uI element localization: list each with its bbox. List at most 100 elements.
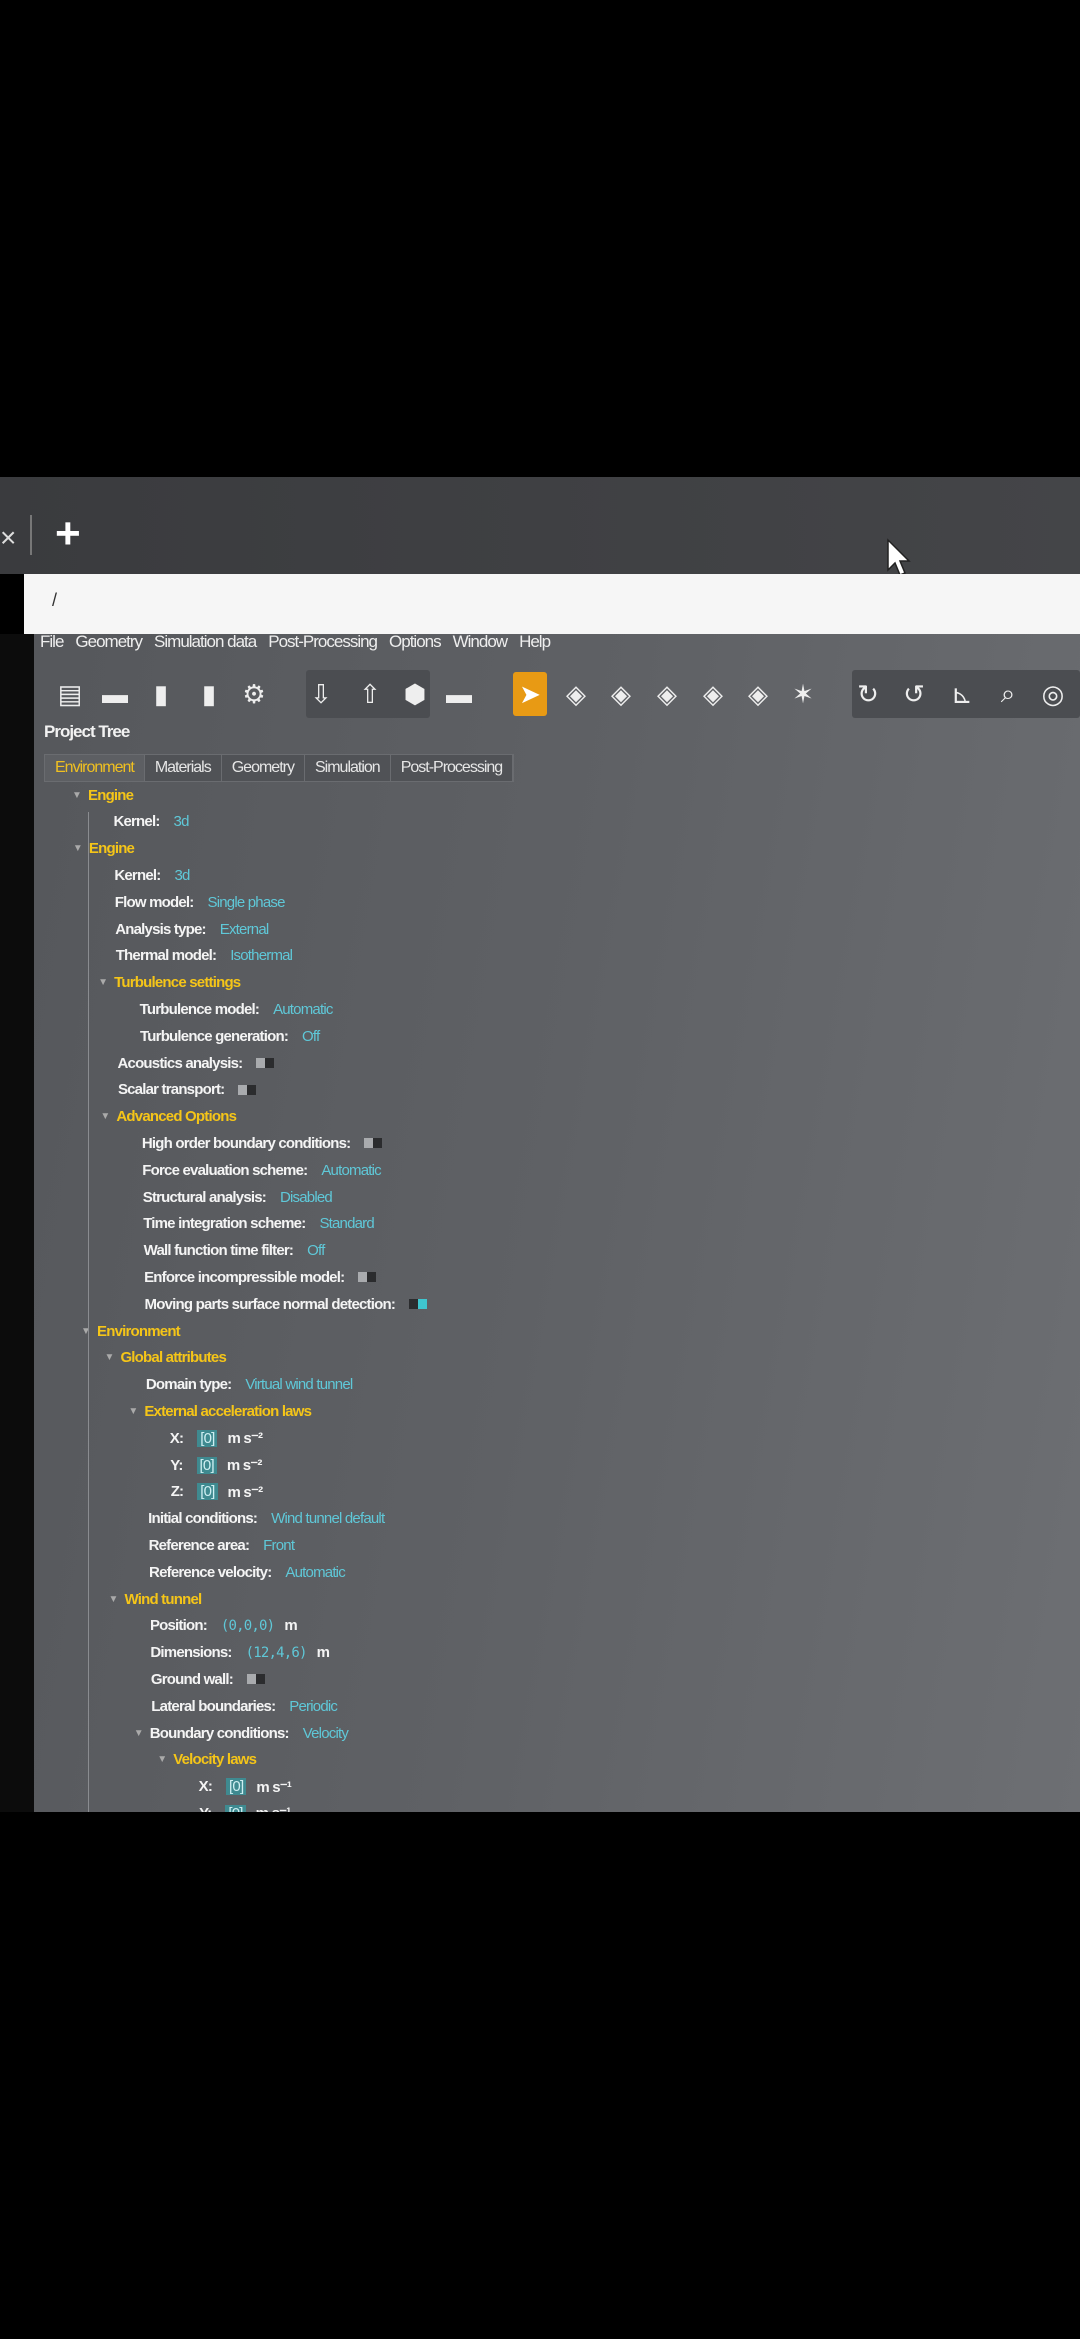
expand-arrow-icon[interactable]: ▼	[157, 1754, 173, 1765]
tree-row[interactable]: Moving parts surface normal detection:	[145, 1291, 428, 1317]
tab-post-processing[interactable]: Post-Processing	[391, 755, 514, 781]
menu-help[interactable]: Help	[519, 632, 551, 652]
row-value[interactable]: Off	[307, 1242, 325, 1259]
expand-arrow-icon[interactable]: ▼	[98, 977, 114, 988]
close-tab-icon[interactable]: ×	[0, 522, 16, 554]
expand-arrow-icon[interactable]: ▼	[72, 790, 88, 801]
tree-group[interactable]: ▼ Engine	[72, 782, 134, 808]
row-value[interactable]: Single phase	[208, 894, 286, 911]
expand-arrow-icon[interactable]: ▼	[73, 843, 89, 854]
tree-group[interactable]: ▼ Environment	[81, 1318, 181, 1344]
tree-row[interactable]: Reference area: Front	[149, 1532, 295, 1558]
save-as-icon[interactable]: ▮	[192, 676, 226, 712]
tree-row[interactable]: Wall function time filter: Off	[144, 1238, 326, 1264]
tree-row[interactable]: Force evaluation scheme: Automatic	[142, 1157, 381, 1183]
row-value[interactable]: Automatic	[321, 1162, 381, 1179]
expand-arrow-icon[interactable]: ▼	[104, 1352, 120, 1363]
row-value[interactable]: Isothermal	[230, 947, 293, 964]
tree-row[interactable]: Lateral boundaries: Periodic	[151, 1693, 338, 1719]
import-icon[interactable]: ⇩	[304, 676, 338, 712]
geometry-icon[interactable]: ⬢	[398, 676, 432, 712]
tree-row[interactable]: Structural analysis: Disabled	[143, 1184, 333, 1210]
tab-environment[interactable]: Environment	[45, 755, 145, 781]
new-file-icon[interactable]: ▤	[53, 676, 87, 712]
tree-row[interactable]: Turbulence model: Automatic	[140, 996, 334, 1022]
toggle-switch[interactable]	[238, 1084, 257, 1095]
tree-group[interactable]: ▼ Advanced Options	[100, 1104, 237, 1130]
target-icon[interactable]: ◎	[1036, 676, 1070, 712]
tree-row[interactable]: Analysis type: External	[115, 916, 269, 942]
toggle-switch[interactable]	[256, 1058, 275, 1068]
settings-gear-icon[interactable]: ⚙	[237, 676, 271, 712]
open-folder-icon[interactable]: ▬	[98, 676, 132, 712]
toggle-switch[interactable]	[358, 1272, 377, 1283]
row-value[interactable]: Automatic	[285, 1564, 345, 1581]
measure-icon[interactable]: ⊾	[945, 676, 979, 712]
tree-group[interactable]: ▼ Global attributes	[104, 1345, 226, 1371]
row-value[interactable]: External	[220, 921, 269, 938]
expand-arrow-icon[interactable]: ▼	[134, 1728, 150, 1739]
toggle-switch[interactable]	[364, 1138, 383, 1149]
row-value[interactable]: Velocity	[303, 1725, 349, 1742]
tab-simulation[interactable]: Simulation	[305, 755, 391, 781]
row-value[interactable]: Standard	[319, 1215, 374, 1232]
tree-group[interactable]: ▼ Engine	[73, 836, 135, 862]
export-icon[interactable]: ⇧	[353, 676, 387, 712]
row-value[interactable]: Automatic	[273, 1001, 333, 1018]
expand-arrow-icon[interactable]: ▼	[128, 1406, 144, 1417]
row-value[interactable]: Off	[302, 1028, 320, 1045]
tree-row[interactable]: Y: [0] m s⁻²	[170, 1452, 262, 1478]
row-value[interactable]: Periodic	[289, 1698, 338, 1715]
tree-group[interactable]: ▼ Velocity laws	[157, 1747, 257, 1773]
select-mesh-icon[interactable]: ✶	[786, 676, 820, 712]
expand-arrow-icon[interactable]: ▼	[109, 1594, 125, 1605]
select-cursor-icon[interactable]: ➤	[513, 672, 547, 716]
tree-row[interactable]: Domain type: Virtual wind tunnel	[146, 1372, 353, 1398]
row-value[interactable]: 3d	[174, 813, 190, 830]
select-face-icon[interactable]: ◈	[604, 676, 638, 712]
row-value[interactable]: Disabled	[280, 1189, 333, 1206]
pan-icon[interactable]: ↺	[897, 676, 931, 712]
row-value-field[interactable]: [0]	[225, 1804, 246, 1812]
row-value[interactable]: Front	[263, 1537, 295, 1554]
tree-row[interactable]: High order boundary conditions:	[142, 1130, 383, 1156]
tree-group[interactable]: ▼ Turbulence settings	[98, 970, 241, 996]
row-value[interactable]: (12,4,6)	[246, 1645, 308, 1661]
tree-row[interactable]: Enforce incompressible model:	[144, 1264, 377, 1290]
tree-row[interactable]: Thermal model: Isothermal	[116, 943, 293, 969]
tree-row[interactable]: Kernel: 3d	[114, 862, 190, 888]
tree-row[interactable]: Time integration scheme: Standard	[143, 1211, 375, 1237]
toggle-switch[interactable]	[409, 1299, 428, 1310]
row-value[interactable]: Virtual wind tunnel	[245, 1376, 353, 1393]
tree-row[interactable]: X: [0] m s⁻¹	[199, 1774, 292, 1800]
menu-post-processing[interactable]: Post-Processing	[268, 632, 378, 652]
tree-row[interactable]: Z: [0] m s⁻²	[171, 1479, 263, 1505]
tree-row[interactable]: Acoustics analysis:	[118, 1050, 275, 1076]
tree-row[interactable]: Flow model: Single phase	[115, 889, 286, 915]
tab-materials[interactable]: Materials	[145, 755, 222, 781]
menu-options[interactable]: Options	[389, 632, 442, 652]
tree-row[interactable]: Initial conditions: Wind tunnel default	[148, 1506, 385, 1532]
menu-simulation-data[interactable]: Simulation data	[154, 632, 257, 652]
tree-row[interactable]: ▼ Boundary conditions: Velocity	[134, 1720, 349, 1746]
row-value-field[interactable]: [0]	[197, 1483, 218, 1501]
tree-row[interactable]: Kernel: 3d	[113, 809, 190, 835]
row-value[interactable]: 3d	[174, 867, 190, 884]
zoom-icon[interactable]: ⌕	[991, 676, 1025, 712]
menu-file[interactable]: File	[40, 632, 64, 652]
new-tab-button[interactable]: +	[55, 512, 81, 556]
select-body-icon[interactable]: ◈	[741, 676, 775, 712]
expand-arrow-icon[interactable]: ▼	[100, 1111, 116, 1122]
tab-geometry[interactable]: Geometry	[222, 755, 305, 781]
save-icon[interactable]: ▮	[144, 676, 178, 712]
tree-row[interactable]: Y: [0] m s⁻¹	[199, 1800, 291, 1812]
tree-group[interactable]: ▼ Wind tunnel	[109, 1586, 203, 1612]
plane-icon[interactable]: ▬	[442, 676, 476, 712]
tree-row[interactable]: Scalar transport:	[118, 1077, 257, 1103]
menu-geometry[interactable]: Geometry	[75, 632, 143, 652]
row-value-field[interactable]: [0]	[197, 1429, 218, 1447]
tree-row[interactable]: Position: (0,0,0) m	[150, 1613, 298, 1639]
row-value-field[interactable]: [0]	[196, 1456, 217, 1474]
tree-row[interactable]: Dimensions: (12,4,6) m	[150, 1640, 330, 1666]
tree-row[interactable]: Turbulence generation: Off	[140, 1023, 320, 1049]
